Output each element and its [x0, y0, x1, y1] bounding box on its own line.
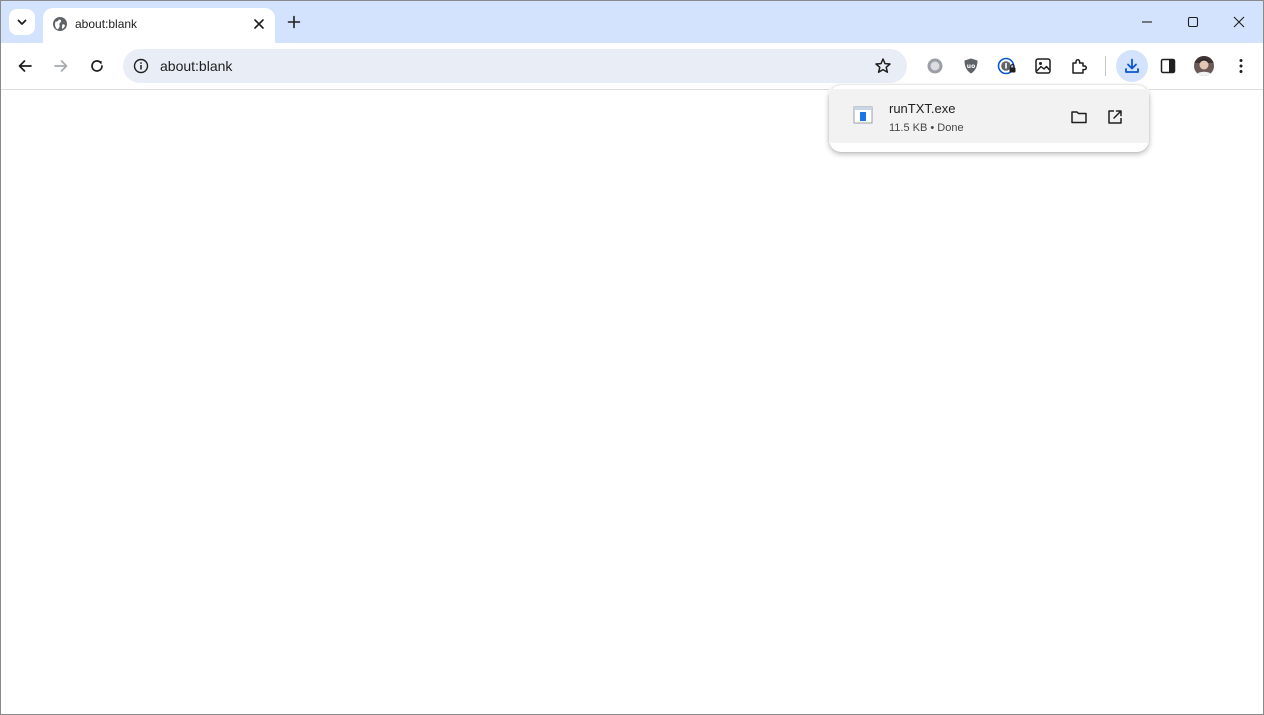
- extensions-button[interactable]: [1065, 52, 1093, 80]
- minimize-icon: [1141, 16, 1153, 28]
- download-item[interactable]: runTXT.exe 11.5 KB • Done: [829, 89, 1149, 143]
- maximize-button[interactable]: [1173, 7, 1213, 37]
- tab-about-blank[interactable]: about:blank: [43, 8, 275, 43]
- address-bar[interactable]: about:blank: [123, 49, 907, 83]
- globe-icon: [52, 16, 68, 32]
- chevron-down-icon: [16, 16, 28, 28]
- extension-circle-button[interactable]: [921, 52, 949, 80]
- image-extension-icon: [1034, 57, 1052, 75]
- circle-extension-icon: [926, 57, 944, 75]
- kebab-menu-icon: [1238, 58, 1244, 74]
- arrow-right-icon: [53, 58, 69, 74]
- show-in-folder-button[interactable]: [1067, 105, 1091, 129]
- avatar: [1193, 55, 1215, 77]
- info-icon[interactable]: [131, 56, 151, 76]
- exe-file-icon: [853, 105, 873, 125]
- star-icon[interactable]: [873, 56, 893, 76]
- download-status: 11.5 KB • Done: [889, 122, 964, 134]
- downloads-button[interactable]: [1116, 50, 1148, 82]
- tab-strip: about:blank: [1, 1, 1263, 43]
- plus-icon: [287, 15, 301, 29]
- password-manager-icon: [997, 56, 1017, 76]
- open-external-icon: [1106, 108, 1124, 126]
- download-filename: runTXT.exe: [889, 101, 956, 116]
- image-extension-button[interactable]: [1029, 52, 1057, 80]
- new-tab-button[interactable]: [283, 11, 305, 33]
- minimize-button[interactable]: [1127, 7, 1167, 37]
- url-text[interactable]: about:blank: [160, 58, 232, 74]
- page-content[interactable]: [1, 90, 1263, 714]
- menu-button[interactable]: [1227, 52, 1255, 80]
- side-panel-icon: [1159, 57, 1177, 75]
- downloads-bubble: runTXT.exe 11.5 KB • Done: [829, 85, 1149, 152]
- tab-search-button[interactable]: [9, 9, 35, 35]
- forward-button[interactable]: [47, 52, 75, 80]
- arrow-left-icon: [17, 58, 33, 74]
- puzzle-icon: [1070, 57, 1088, 75]
- password-extension-button[interactable]: [993, 52, 1021, 80]
- folder-icon: [1070, 108, 1088, 126]
- browser-window: about:blank about:blank uo runTXT.exe 11…: [0, 0, 1264, 715]
- reload-icon: [89, 58, 105, 74]
- maximize-icon: [1187, 16, 1199, 28]
- toolbar: about:blank uo: [1, 43, 1263, 90]
- back-button[interactable]: [11, 52, 39, 80]
- download-icon: [1123, 57, 1141, 75]
- close-icon: [1233, 16, 1245, 28]
- window-close-button[interactable]: [1219, 7, 1259, 37]
- open-download-button[interactable]: [1103, 105, 1127, 129]
- close-icon: [254, 19, 264, 29]
- side-panel-button[interactable]: [1154, 52, 1182, 80]
- reload-button[interactable]: [83, 52, 111, 80]
- svg-text:uo: uo: [967, 63, 975, 70]
- toolbar-divider: [1105, 56, 1106, 76]
- tab-close-button[interactable]: [249, 14, 269, 34]
- ublock-shield-icon: uo: [962, 57, 980, 75]
- ublock-extension-button[interactable]: uo: [957, 52, 985, 80]
- tab-title: about:blank: [75, 17, 138, 31]
- profile-button[interactable]: [1190, 52, 1218, 80]
